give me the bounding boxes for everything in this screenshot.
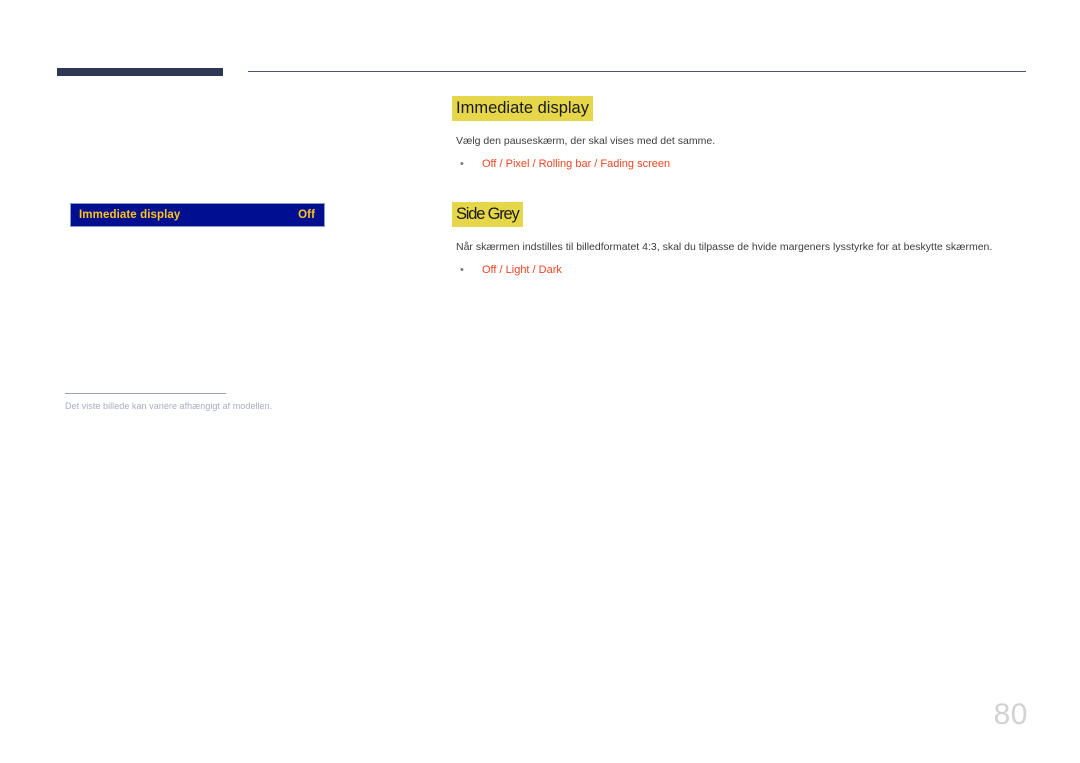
section-heading: Immediate display: [452, 96, 593, 121]
osd-illustration-panel: Immediate display Off Det viste billede …: [0, 90, 440, 411]
caption-divider-rule: [65, 393, 226, 394]
bullet-dot-icon: •: [460, 158, 464, 170]
illustration-caption: Det viste billede kan variere afhængigt …: [65, 401, 273, 411]
content-column: Immediate display Vælg den pauseskærm, d…: [452, 96, 1032, 277]
option-list-item: • Off / Pixel / Rolling bar / Fading scr…: [460, 157, 1032, 171]
option-list-item: • Off / Light / Dark: [460, 263, 1032, 277]
section-description: Når skærmen indstilles til billedformate…: [456, 241, 993, 253]
osd-menu-row-immediate-display[interactable]: Immediate display Off: [70, 203, 325, 227]
osd-menu-label: Immediate display: [79, 209, 181, 221]
osd-menu-value: Off: [298, 209, 315, 221]
section-description: Vælg den pauseskærm, der skal vises med …: [456, 135, 716, 147]
section-immediate-display: Immediate display Vælg den pauseskærm, d…: [452, 96, 1032, 171]
page-number: 80: [993, 698, 1028, 731]
header-divider-rule: [248, 71, 1026, 72]
section-side-grey: Side Grey Når skærmen indstilles til bil…: [452, 202, 1032, 277]
option-values: Off / Pixel / Rolling bar / Fading scree…: [482, 158, 671, 170]
document-page: { "header": { "accent_bar_color": "#2e37…: [0, 0, 1080, 763]
header-accent-bar: [57, 68, 223, 76]
bullet-dot-icon: •: [460, 264, 464, 276]
section-heading: Side Grey: [452, 202, 523, 227]
page-header: [0, 0, 1080, 90]
option-values: Off / Light / Dark: [482, 264, 562, 276]
